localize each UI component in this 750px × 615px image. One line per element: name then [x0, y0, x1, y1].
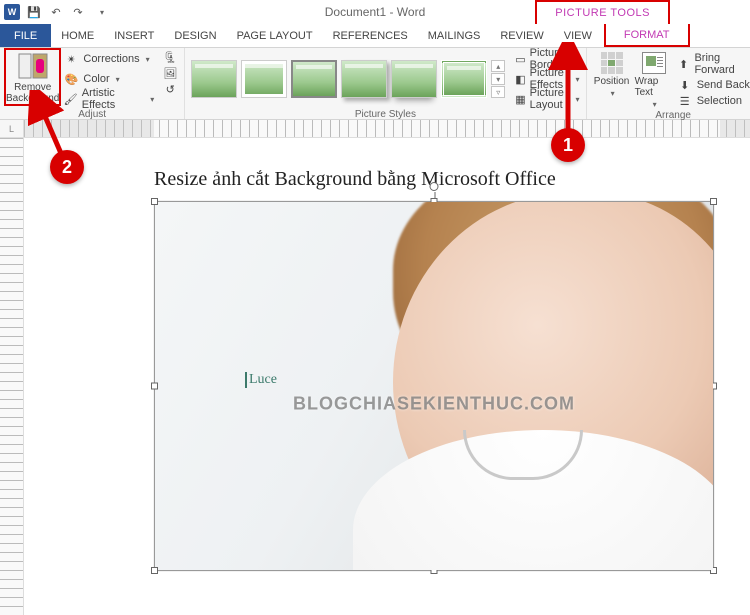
word-app-icon: W	[4, 4, 20, 20]
tab-view[interactable]: VIEW	[554, 24, 602, 47]
corrections-label: Corrections	[83, 53, 139, 65]
style-thumb[interactable]	[291, 60, 337, 98]
picture-layout-button[interactable]: ▦Picture Layout▾	[515, 90, 579, 108]
qat-more-icon[interactable]: ▾	[94, 4, 110, 20]
selection-icon: ☰	[677, 94, 693, 108]
position-icon	[601, 52, 623, 74]
artistic-effects-button[interactable]: 🖌 Artistic Effects▾	[63, 90, 154, 108]
tab-format[interactable]: FORMAT	[604, 24, 690, 47]
picture-effects-button[interactable]: ◧Picture Effects▾	[515, 70, 579, 88]
undo-icon[interactable]: ↶	[48, 4, 64, 20]
color-label: Color	[83, 73, 109, 85]
color-button[interactable]: 🎨 Color▾	[63, 70, 154, 88]
style-thumb[interactable]	[391, 60, 437, 98]
reset-picture-icon[interactable]: ↺	[162, 82, 178, 96]
effects-icon: ◧	[515, 72, 525, 86]
callout-1: 1	[551, 128, 585, 162]
position-label: Position	[594, 76, 630, 87]
compress-icon[interactable]: 🗜	[162, 50, 178, 64]
ruler-corner: L	[0, 120, 24, 138]
photo-content: Luce BLOGCHIASEKIENTHUC.COM	[155, 202, 713, 570]
document-heading: Resize ảnh cắt Background bằng Microsoft…	[154, 168, 750, 191]
style-thumb[interactable]	[191, 60, 237, 98]
quick-access-toolbar: 💾 ↶ ↷ ▾	[26, 4, 110, 20]
tab-references[interactable]: REFERENCES	[323, 24, 418, 47]
window-title: Document1 - Word	[325, 5, 425, 19]
send-backward-button[interactable]: ⬇ Send Back	[677, 78, 750, 92]
style-thumb[interactable]	[241, 60, 287, 98]
style-thumb[interactable]	[341, 60, 387, 98]
callout-2: 2	[50, 150, 84, 184]
remove-background-button[interactable]: Remove Background	[6, 50, 59, 104]
group-adjust: Remove Background ✴ Corrections▾ 🎨 Color…	[0, 48, 185, 119]
color-icon: 🎨	[63, 72, 79, 86]
selection-label: Selection	[697, 95, 742, 107]
ruler-row: L	[0, 120, 750, 138]
bring-forward-icon: ⬆	[677, 57, 691, 71]
group-arrange: Position▾ Wrap Text▾ ⬆Bring Forward ⬇ Sen…	[587, 48, 750, 119]
image-watermark: BLOGCHIASEKIENTHUC.COM	[293, 394, 575, 415]
selection-pane-button[interactable]: ☰ Selection	[677, 94, 750, 108]
send-backward-icon: ⬇	[677, 78, 693, 92]
wrap-text-button[interactable]: Wrap Text▾	[635, 50, 673, 109]
corrections-button[interactable]: ✴ Corrections▾	[63, 50, 154, 68]
wrap-text-icon	[642, 52, 666, 74]
tab-review[interactable]: REVIEW	[490, 24, 553, 47]
tab-home[interactable]: HOME	[51, 24, 104, 47]
gallery-scroll[interactable]: ▴▾▿	[491, 60, 505, 98]
group-picture-styles: ▴▾▿ ▭Picture Border▾ ◧Picture Effects▾ ▦…	[185, 48, 586, 119]
document-page[interactable]: Resize ảnh cắt Background bằng Microsoft…	[24, 138, 750, 615]
layout-icon: ▦	[515, 92, 525, 106]
picture-border-button[interactable]: ▭Picture Border▾	[515, 50, 579, 68]
vertical-ruler[interactable]	[0, 138, 24, 615]
tab-file[interactable]: FILE	[0, 24, 51, 47]
tab-design[interactable]: DESIGN	[164, 24, 226, 47]
group-picture-styles-label: Picture Styles	[191, 108, 579, 120]
tab-insert[interactable]: INSERT	[104, 24, 164, 47]
tab-page-layout[interactable]: PAGE LAYOUT	[227, 24, 323, 47]
tab-mailings[interactable]: MAILINGS	[418, 24, 491, 47]
wrap-text-label: Wrap Text	[635, 76, 673, 98]
style-thumb[interactable]	[441, 60, 487, 98]
image-brand: Luce	[245, 372, 277, 388]
position-button[interactable]: Position▾	[593, 50, 631, 98]
remove-background-icon	[17, 52, 49, 80]
artistic-icon: 🖌	[63, 92, 77, 106]
send-backward-label: Send Back	[697, 79, 750, 91]
content-area: Resize ảnh cắt Background bằng Microsoft…	[0, 138, 750, 615]
border-icon: ▭	[515, 52, 525, 66]
remove-background-label: Remove Background	[6, 82, 59, 104]
picture-styles-gallery[interactable]: ▴▾▿	[191, 60, 505, 98]
group-adjust-label: Adjust	[6, 108, 178, 120]
horizontal-ruler[interactable]	[24, 120, 750, 138]
bring-forward-label: Bring Forward	[694, 52, 750, 76]
selected-picture[interactable]: Luce BLOGCHIASEKIENTHUC.COM	[154, 201, 714, 571]
ribbon: Remove Background ✴ Corrections▾ 🎨 Color…	[0, 48, 750, 120]
rotate-handle[interactable]	[430, 182, 439, 191]
save-icon[interactable]: 💾	[26, 4, 42, 20]
ribbon-tabs: FILE HOME INSERT DESIGN PAGE LAYOUT REFE…	[0, 24, 750, 48]
contextual-tab-title: PICTURE TOOLS	[535, 0, 670, 24]
redo-icon[interactable]: ↷	[70, 4, 86, 20]
bring-forward-button[interactable]: ⬆Bring Forward	[677, 52, 750, 76]
titlebar: W 💾 ↶ ↷ ▾ Document1 - Word PICTURE TOOLS	[0, 0, 750, 24]
corrections-icon: ✴	[63, 52, 79, 66]
change-picture-icon[interactable]: 🖼	[162, 66, 178, 80]
